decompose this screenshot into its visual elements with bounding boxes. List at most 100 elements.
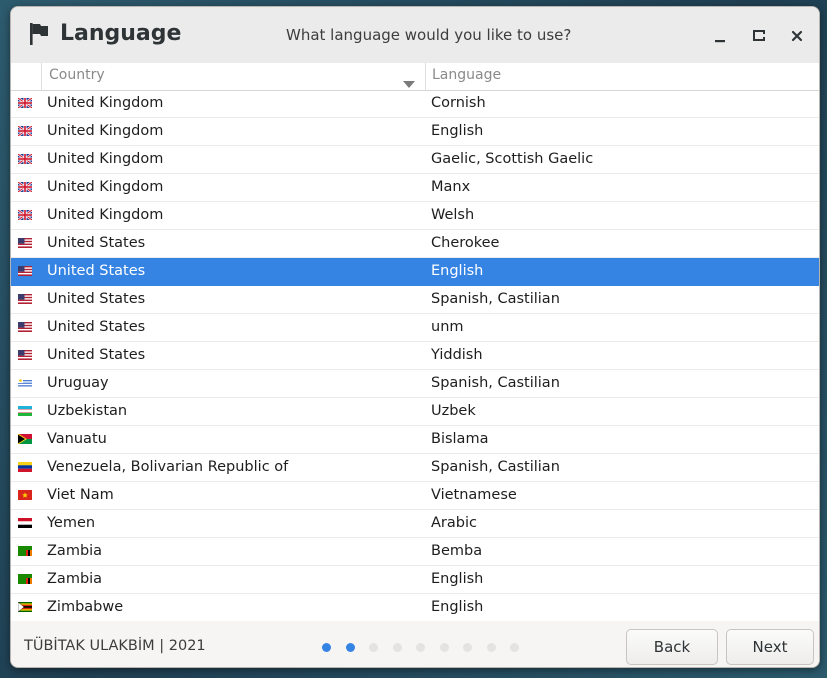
country-cell: Zimbabwe	[47, 599, 124, 615]
language-cell: Vietnamese	[431, 487, 517, 503]
language-cell: English	[431, 571, 484, 587]
maximize-icon[interactable]	[748, 25, 770, 47]
flag-zm-icon	[18, 574, 32, 584]
language-cell: Uzbek	[431, 403, 476, 419]
language-cell: Spanish, Castilian	[431, 459, 560, 475]
table-row[interactable]: Zimbabwe English	[11, 594, 819, 621]
flag-ve-icon	[18, 462, 32, 472]
step-dot	[416, 643, 425, 652]
table-row[interactable]: Zambia English	[11, 566, 819, 594]
table-row[interactable]: Uruguay Spanish, Castilian	[11, 370, 819, 398]
flag-us-icon	[18, 238, 32, 248]
country-cell: United States	[47, 235, 146, 251]
table-header: Country Language	[11, 63, 819, 91]
next-button[interactable]: Next	[726, 629, 814, 665]
language-dialog: Language What language would you like to…	[10, 6, 820, 668]
country-column-header[interactable]: Country	[41, 63, 425, 90]
table-row[interactable]: Vanuatu Bislama	[11, 426, 819, 454]
flag-uz-icon	[18, 406, 32, 416]
table-row[interactable]: Venezuela, Bolivarian Republic of Spanish…	[11, 454, 819, 482]
language-cell: Spanish, Castilian	[431, 375, 560, 391]
country-cell: Zambia	[47, 571, 103, 587]
language-header-label: Language	[432, 67, 502, 83]
flag-us-icon	[18, 294, 32, 304]
flag-zm-icon	[18, 546, 32, 556]
country-cell: Uzbekistan	[47, 403, 128, 419]
language-cell: English	[431, 263, 484, 279]
flag-uy-icon	[18, 378, 32, 388]
country-cell: Venezuela, Bolivarian Republic of	[47, 459, 289, 475]
country-cell: United States	[47, 291, 146, 307]
table-row[interactable]: Yemen Arabic	[11, 510, 819, 538]
country-cell: United States	[47, 347, 146, 363]
country-cell: Viet Nam	[47, 487, 114, 503]
table-row[interactable]: Zambia Bemba	[11, 538, 819, 566]
language-cell: English	[431, 123, 484, 139]
country-cell: United Kingdom	[47, 207, 164, 223]
step-dot	[369, 643, 378, 652]
credit-text: TÜBİTAK ULAKBİM | 2021	[24, 638, 206, 654]
table-row[interactable]: United Kingdom Gaelic, Scottish Gaelic	[11, 146, 819, 174]
language-cell: Welsh	[431, 207, 475, 223]
language-cell: Spanish, Castilian	[431, 291, 560, 307]
country-header-label: Country	[49, 67, 105, 83]
flag-vn-icon	[18, 490, 32, 500]
table-row[interactable]: Uzbekistan Uzbek	[11, 398, 819, 426]
table-row[interactable]: United States Cherokee	[11, 230, 819, 258]
flag-uk-icon	[18, 126, 32, 136]
flag-icon	[29, 22, 49, 46]
flag-vu-icon	[18, 434, 32, 444]
language-cell: unm	[431, 319, 464, 335]
flag-us-icon	[18, 266, 32, 276]
country-cell: United Kingdom	[47, 151, 164, 167]
table-row[interactable]: United Kingdom Cornish	[11, 90, 819, 118]
flag-uk-icon	[18, 98, 32, 108]
country-cell: United Kingdom	[47, 123, 164, 139]
language-cell: Yiddish	[431, 347, 483, 363]
language-cell: Cherokee	[431, 235, 500, 251]
flag-uk-icon	[18, 182, 32, 192]
step-dot	[486, 643, 496, 652]
language-column-header[interactable]: Language	[425, 63, 819, 90]
language-cell: Gaelic, Scottish Gaelic	[431, 151, 594, 167]
minimize-icon[interactable]	[709, 25, 731, 47]
step-dot	[322, 643, 331, 652]
table-row[interactable]: United States Spanish, Castilian	[11, 286, 819, 314]
table-body: United Kingdom Cornish United Kingdom Engli…	[11, 90, 819, 621]
country-cell: Uruguay	[47, 375, 109, 391]
window-subtitle: What language would you like to use?	[286, 26, 572, 44]
table-row[interactable]: United Kingdom Manx	[11, 174, 819, 202]
step-dot	[510, 643, 519, 652]
title-bar: Language What language would you like to…	[11, 7, 819, 64]
table-row[interactable]: Viet Nam Vietnamese	[11, 482, 819, 510]
step-dot	[463, 643, 472, 652]
language-cell: Cornish	[431, 95, 486, 111]
language-cell: Manx	[431, 179, 471, 195]
flag-us-icon	[18, 322, 32, 332]
window-title: Language	[60, 21, 182, 46]
language-cell: Bemba	[431, 543, 483, 559]
table-row[interactable]: United Kingdom Welsh	[11, 202, 819, 230]
language-cell: Arabic	[431, 515, 477, 531]
country-cell: United States	[47, 319, 146, 335]
country-cell: United States	[47, 263, 146, 279]
flag-ye-icon	[18, 518, 32, 528]
table-row[interactable]: United States Yiddish	[11, 342, 819, 370]
flag-zw-icon	[18, 602, 32, 612]
language-cell: Bislama	[431, 431, 489, 447]
dialog-footer: TÜBİTAK ULAKBİM | 2021 Back Next	[11, 621, 819, 667]
flag-uk-icon	[18, 210, 32, 220]
table-row[interactable]: United States English	[11, 258, 819, 286]
flag-uk-icon	[18, 154, 32, 164]
step-dot	[392, 643, 402, 652]
step-dot	[345, 643, 355, 652]
language-cell: English	[431, 599, 484, 615]
flag-us-icon	[18, 350, 32, 360]
back-button[interactable]: Back	[626, 629, 718, 665]
language-table[interactable]: Country Language United Kingdom Cornish Un…	[11, 63, 819, 622]
table-row[interactable]: United Kingdom English	[11, 118, 819, 146]
table-row[interactable]: United States unm	[11, 314, 819, 342]
country-cell: United Kingdom	[47, 95, 164, 111]
close-icon[interactable]	[786, 25, 808, 47]
country-cell: United Kingdom	[47, 179, 164, 195]
